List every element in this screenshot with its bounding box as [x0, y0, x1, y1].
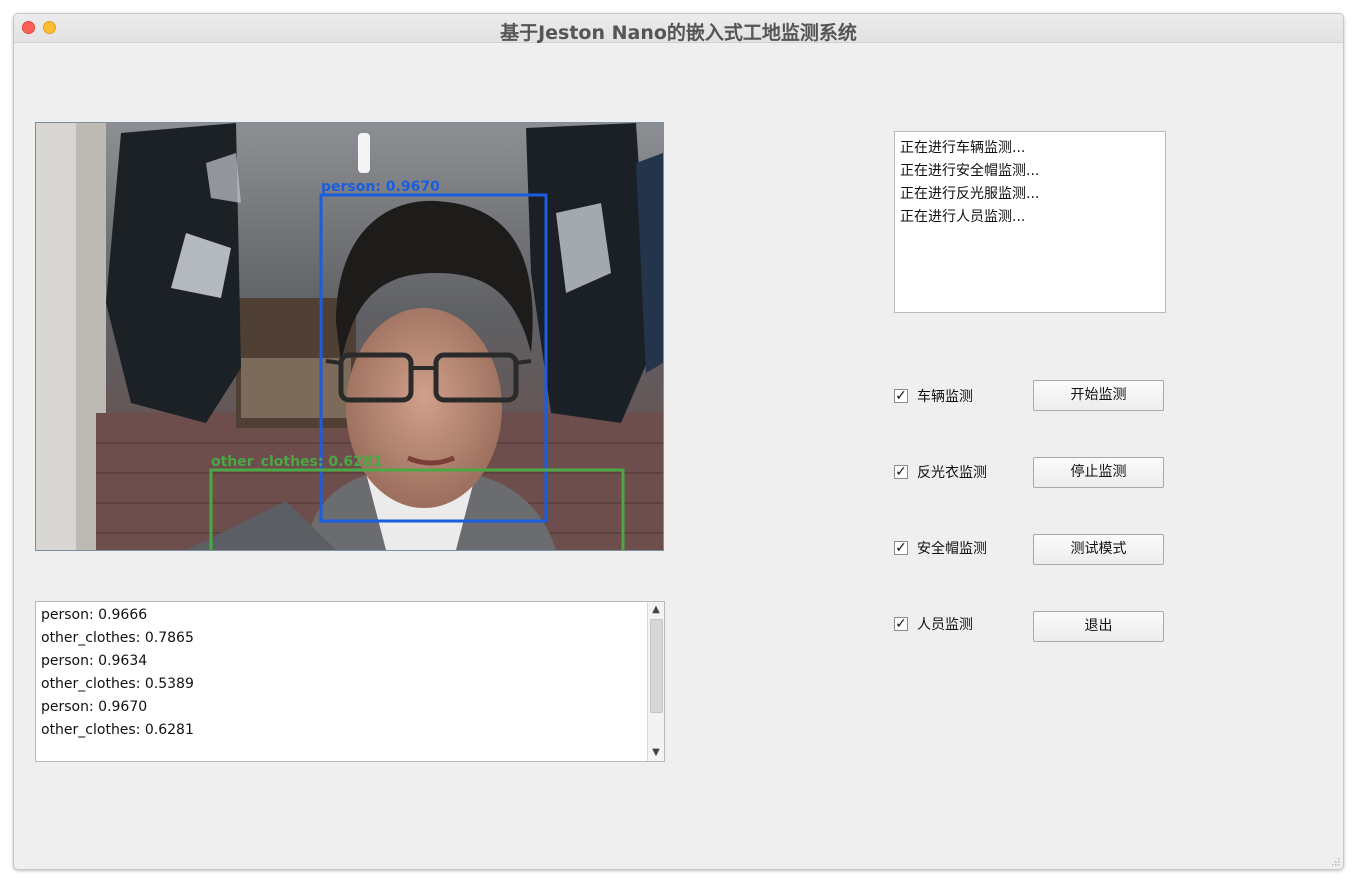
- detection-log-line: other_clothes: 0.5389: [41, 676, 194, 692]
- detection-log-list[interactable]: person: 0.9666 other_clothes: 0.7865 per…: [35, 601, 665, 762]
- window-title: 基于Jeston Nano的嵌入式工地监测系统: [500, 22, 857, 44]
- status-log-line: 正在进行安全帽监测...: [900, 163, 1040, 179]
- status-log-line: 正在进行车辆监测...: [900, 140, 1026, 156]
- resize-grip-icon[interactable]: [1330, 856, 1340, 866]
- reflective-vest-monitor-label: 反光衣监测: [917, 465, 987, 481]
- detection-label-person: person: 0.9670: [321, 179, 440, 195]
- scroll-down-icon[interactable]: ▼: [648, 745, 664, 761]
- person-monitor-checkbox[interactable]: ✓: [894, 617, 908, 631]
- exit-button[interactable]: 退出: [1033, 611, 1164, 642]
- reflective-vest-monitor-checkbox[interactable]: ✓: [894, 465, 908, 479]
- test-mode-button[interactable]: 测试模式: [1033, 534, 1164, 565]
- helmet-monitor-checkbox[interactable]: ✓: [894, 541, 908, 555]
- helmet-monitor-option[interactable]: ✓ 安全帽监测: [894, 538, 987, 558]
- person-monitor-label: 人员监测: [917, 617, 973, 633]
- camera-feed: person: 0.9670 other_clothes: 0.6281: [35, 122, 664, 551]
- app-window: 基于Jeston Nano的嵌入式工地监测系统 person: 0.9670 o…: [13, 13, 1344, 870]
- person-monitor-option[interactable]: ✓ 人员监测: [894, 614, 973, 634]
- title-bar: 基于Jeston Nano的嵌入式工地监测系统: [14, 14, 1343, 44]
- reflective-vest-monitor-option[interactable]: ✓ 反光衣监测: [894, 462, 987, 482]
- scroll-thumb[interactable]: [650, 619, 663, 713]
- scroll-up-icon[interactable]: ▲: [648, 602, 664, 618]
- detection-log-line: person: 0.9670: [41, 699, 148, 715]
- vehicle-monitor-checkbox[interactable]: ✓: [894, 389, 908, 403]
- helmet-monitor-label: 安全帽监测: [917, 541, 987, 557]
- start-monitor-button[interactable]: 开始监测: [1033, 380, 1164, 411]
- vehicle-monitor-option[interactable]: ✓ 车辆监测: [894, 386, 973, 406]
- detection-log-line: person: 0.9634: [41, 653, 148, 669]
- detection-log-line: person: 0.9666: [41, 607, 148, 623]
- camera-frame-image: person: 0.9670 other_clothes: 0.6281: [36, 123, 663, 550]
- status-log-line: 正在进行人员监测...: [900, 209, 1026, 225]
- detection-label-other-clothes: other_clothes: 0.6281: [211, 454, 382, 470]
- status-log-box[interactable]: 正在进行车辆监测... 正在进行安全帽监测... 正在进行反光服监测... 正在…: [894, 131, 1166, 313]
- detection-log-line: other_clothes: 0.7865: [41, 630, 194, 646]
- status-log-line: 正在进行反光服监测...: [900, 186, 1040, 202]
- detection-log-line: other_clothes: 0.6281: [41, 722, 194, 738]
- stop-monitor-button[interactable]: 停止监测: [1033, 457, 1164, 488]
- vehicle-monitor-label: 车辆监测: [917, 389, 973, 405]
- vertical-scrollbar[interactable]: ▲ ▼: [647, 602, 664, 761]
